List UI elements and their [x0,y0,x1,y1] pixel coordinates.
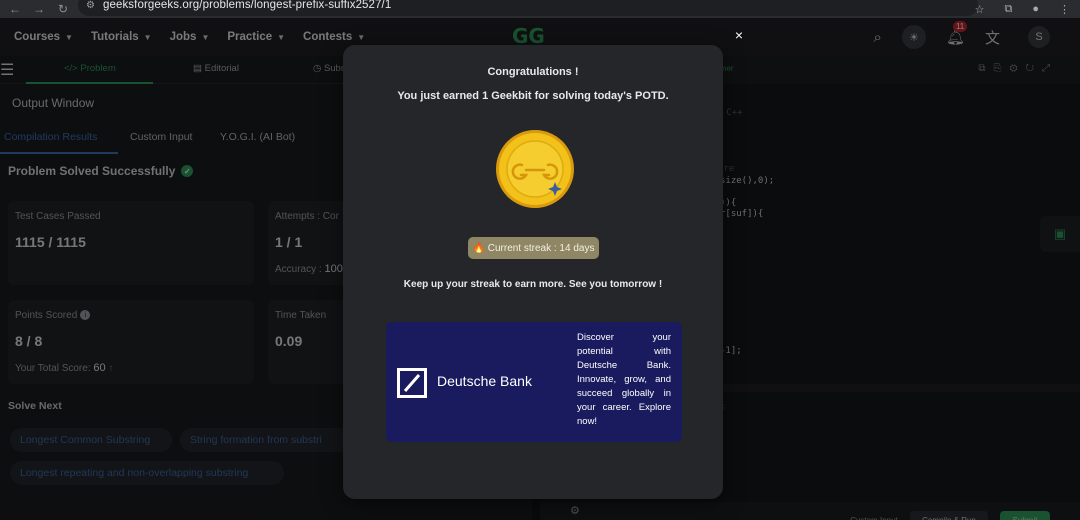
deutsche-bank-ad[interactable]: Deutsche Bank Discover your potential wi… [386,322,682,442]
browser-menu-icon[interactable]: ⋮ [1059,3,1070,16]
profile-icon[interactable]: ● [1032,3,1039,15]
modal-title: Congratulations ! [487,66,579,78]
streak-badge: 🔥 Current streak : 14 days [468,237,599,259]
geekbit-coin-icon [495,129,575,209]
browser-toolbar: ← → ↻ ⚙ geeksforgeeks.org/problems/longe… [0,0,1080,18]
reload-icon[interactable]: ↻ [54,2,72,16]
close-icon[interactable]: × [728,24,750,46]
extensions-icon[interactable]: ⧉ [1004,3,1012,16]
deutsche-bank-logo-icon [397,368,427,398]
browser-actions: ☆ ⧉ ● ⋮ [965,0,1080,18]
ad-brand-name: Deutsche Bank [437,373,532,389]
ad-text: Discover your potential with Deutsche Ba… [577,332,671,427]
back-icon[interactable]: ← [6,2,24,16]
address-bar[interactable]: ⚙ geeksforgeeks.org/problems/longest-pre… [78,0,978,16]
encouragement-text: Keep up your streak to earn more. See yo… [403,279,663,290]
forward-icon[interactable]: → [30,2,48,16]
screen: ← → ↻ ⚙ geeksforgeeks.org/problems/longe… [0,0,1080,520]
congratulations-modal: Congratulations ! You just earned 1 Geek… [343,45,723,499]
site-settings-icon[interactable]: ⚙ [86,0,95,11]
url-text: geeksforgeeks.org/problems/longest-prefi… [102,0,392,11]
modal-subtitle: You just earned 1 Geekbit for solving to… [397,90,669,102]
bookmark-star-icon[interactable]: ☆ [975,3,985,16]
